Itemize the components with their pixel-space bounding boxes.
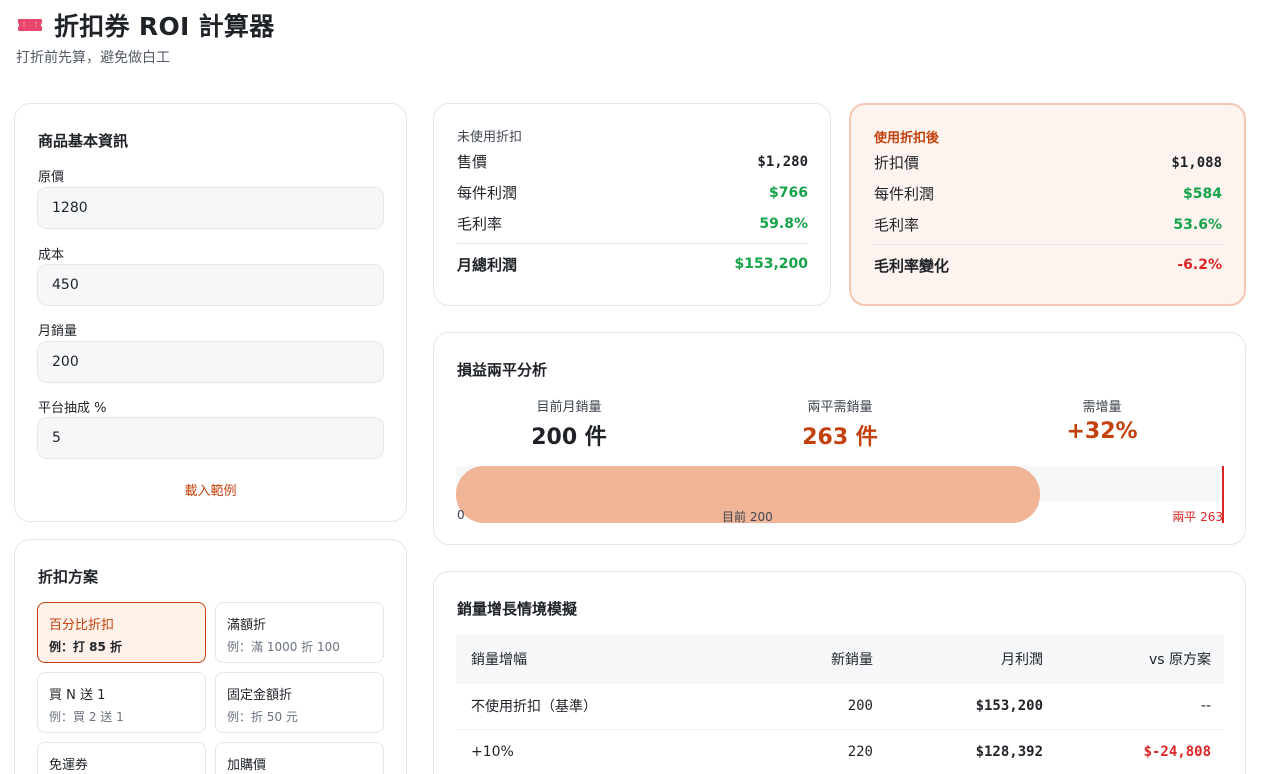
plan-name: 買 N 送 1 (49, 688, 106, 703)
after-unit-profit-row: 每件利潤 $584 (874, 178, 1222, 209)
page-title: 折扣券 ROI 計算器 (54, 12, 275, 41)
plan-example: 例：折 50 元 (227, 710, 298, 724)
growth-scenario-title: 銷量增長情境模擬 (457, 600, 578, 618)
row-label: 售價 (457, 153, 488, 171)
before-discount-heading: 未使用折扣 (457, 130, 523, 145)
axis-current-label: 目前 200 (722, 510, 773, 524)
required-increase-stat: 需增量 +32% (967, 396, 1237, 444)
basic-info-card: 商品基本資訊 原價 1280 成本 450 月銷量 200 平台抽成 % 5 載… (14, 103, 407, 522)
column-header: 新銷量 (746, 634, 886, 684)
plan-name: 百分比折扣 (49, 618, 115, 633)
axis-breakeven-label: 兩平 263 (1172, 510, 1223, 524)
basic-info-title: 商品基本資訊 (38, 132, 129, 150)
row-value: 53.6% (1173, 216, 1222, 233)
breakeven-sales-stat: 兩平需銷量 263 件 (705, 396, 975, 451)
row-value: $1,088 (1171, 154, 1222, 171)
row-value: $584 (1183, 185, 1222, 202)
cell-profit: $128,392 (886, 729, 1056, 774)
page-subtitle: 打折前先算，避免做白工 (16, 50, 170, 66)
row-label: 毛利率 (874, 216, 920, 234)
breakeven-title: 損益兩平分析 (457, 361, 548, 379)
title-row: 折扣券 ROI 計算器 (16, 8, 275, 42)
before-discount-card: 未使用折扣 售價 $1,280 每件利潤 $766 毛利率 59.8% 月總利潤… (433, 103, 831, 306)
plan-buy-n-get-one[interactable]: 買 N 送 1 例：買 2 送 1 (37, 672, 206, 733)
axis-start-label: 0 (457, 508, 465, 522)
after-discount-card: 使用折扣後 折扣價 $1,088 每件利潤 $584 毛利率 53.6% 毛利率… (849, 103, 1246, 306)
cell-qty: 200 (746, 684, 886, 730)
plan-example: 例：打 85 折 (49, 640, 123, 654)
after-discount-heading: 使用折扣後 (874, 131, 940, 146)
before-total-row: 月總利潤 $153,200 (457, 244, 808, 284)
ticket-icon (18, 19, 42, 31)
platform-fee-input[interactable]: 5 (37, 417, 384, 459)
plan-example: 例：買 2 送 1 (49, 710, 124, 724)
row-value: $766 (769, 184, 808, 201)
plan-spend-threshold[interactable]: 滿額折 例：滿 1000 折 100 (215, 602, 384, 663)
total-label: 毛利率變化 (874, 256, 950, 275)
row-label: 每件利潤 (457, 184, 518, 202)
plan-free-shipping[interactable]: 免運券 (37, 742, 206, 774)
plan-percentage[interactable]: 百分比折扣 例：打 85 折 (37, 602, 206, 663)
stat-label: 目前月銷量 (536, 400, 602, 415)
current-sales-stat: 目前月銷量 200 件 (434, 396, 704, 451)
stat-value: 200 件 (531, 425, 607, 450)
load-example-button[interactable]: 載入範例 (15, 480, 406, 499)
total-value: -6.2% (1177, 257, 1222, 273)
column-header: vs 原方案 (1056, 634, 1224, 684)
stat-label: 兩平需銷量 (807, 400, 873, 415)
plan-name: 免運券 (49, 758, 89, 773)
plan-name: 加購價 (227, 758, 267, 773)
discount-plans-card: 折扣方案 百分比折扣 例：打 85 折 滿額折 例：滿 1000 折 100 買… (14, 539, 407, 774)
cell-profit: $153,200 (886, 684, 1056, 730)
cell-diff: $-24,808 (1056, 729, 1224, 774)
breakeven-card: 損益兩平分析 目前月銷量 200 件 兩平需銷量 263 件 需增量 +32% … (433, 332, 1246, 545)
growth-scenario-card: 銷量增長情境模擬 銷量增幅 新銷量 月利潤 vs 原方案 不使用折扣（基準） 2… (433, 571, 1246, 774)
table-row: 不使用折扣（基準） 200 $153,200 -- (456, 684, 1224, 730)
cell-diff: -- (1056, 684, 1224, 730)
plan-example: 例：滿 1000 折 100 (227, 640, 340, 654)
monthly-sales-input[interactable]: 200 (37, 341, 384, 383)
before-margin-row: 毛利率 59.8% (457, 208, 808, 239)
plan-name: 滿額折 (227, 618, 267, 633)
table-row: +10% 220 $128,392 $-24,808 (456, 729, 1224, 774)
after-total-row: 毛利率變化 -6.2% (874, 245, 1222, 285)
app-header: 折扣券 ROI 計算器 打折前先算，避免做白工 (16, 8, 275, 67)
cell-growth: 不使用折扣（基準） (456, 684, 746, 730)
total-value: $153,200 (734, 256, 808, 272)
before-price-row: 售價 $1,280 (457, 146, 808, 177)
row-label: 毛利率 (457, 215, 503, 233)
cell-growth: +10% (456, 729, 746, 774)
cost-input[interactable]: 450 (37, 264, 384, 306)
cost-label: 成本 (38, 248, 65, 263)
stat-label: 需增量 (1082, 400, 1122, 415)
row-label: 折扣價 (874, 154, 920, 172)
table-header-row: 銷量增幅 新銷量 月利潤 vs 原方案 (456, 634, 1224, 684)
discount-plans-title: 折扣方案 (38, 568, 99, 586)
row-value: $1,280 (757, 153, 808, 170)
total-label: 月總利潤 (457, 255, 518, 274)
cell-qty: 220 (746, 729, 886, 774)
stat-value: 263 件 (802, 425, 878, 450)
stat-value: +32% (1066, 419, 1138, 444)
before-unit-profit-row: 每件利潤 $766 (457, 177, 808, 208)
original-price-input[interactable]: 1280 (37, 187, 384, 229)
after-margin-row: 毛利率 53.6% (874, 209, 1222, 240)
growth-table: 銷量增幅 新銷量 月利潤 vs 原方案 不使用折扣（基準） 200 $153,2… (456, 634, 1224, 774)
platform-fee-label: 平台抽成 % (38, 401, 107, 416)
plan-add-on-price[interactable]: 加購價 (215, 742, 384, 774)
column-header: 月利潤 (886, 634, 1056, 684)
after-price-row: 折扣價 $1,088 (874, 147, 1222, 178)
row-value: 59.8% (759, 215, 808, 232)
monthly-sales-label: 月銷量 (38, 324, 78, 339)
row-label: 每件利潤 (874, 185, 935, 203)
plan-name: 固定金額折 (227, 688, 293, 703)
original-price-label: 原價 (38, 170, 65, 185)
plan-fixed-amount[interactable]: 固定金額折 例：折 50 元 (215, 672, 384, 733)
column-header: 銷量增幅 (456, 634, 746, 684)
